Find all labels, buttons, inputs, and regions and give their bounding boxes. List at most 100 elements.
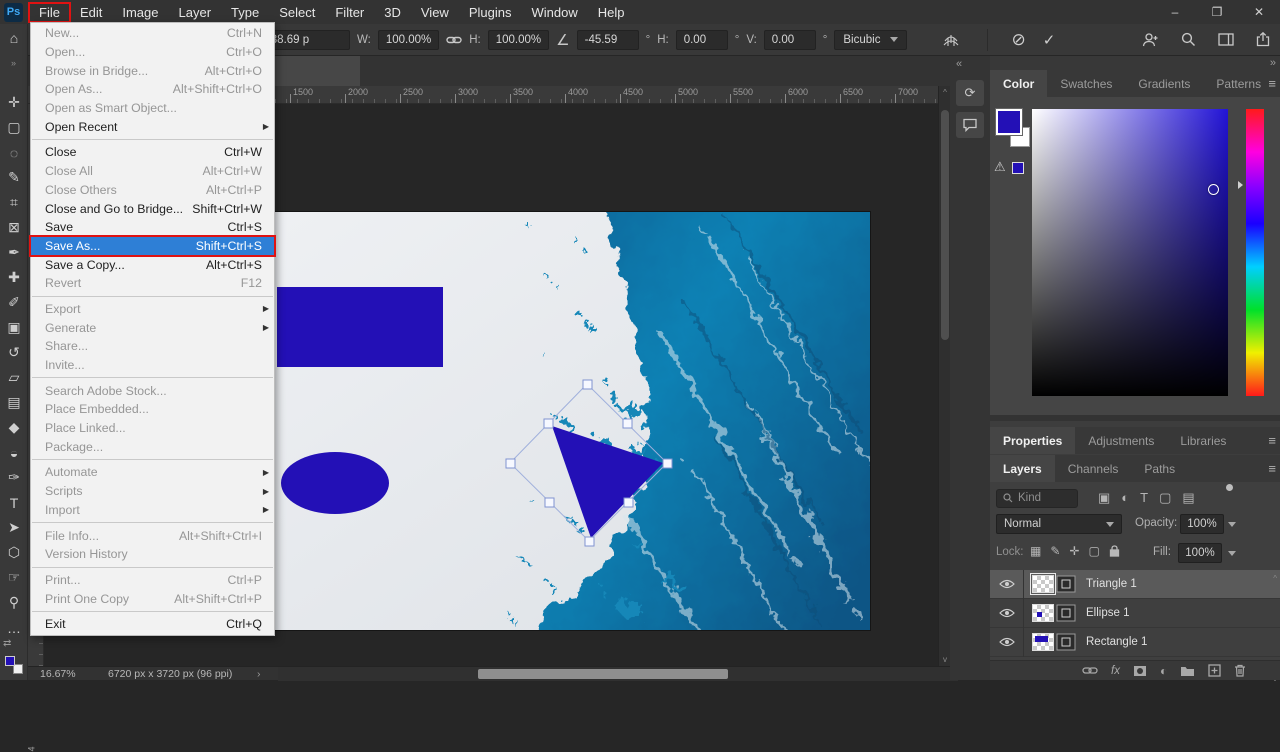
visibility-cell[interactable] [990, 628, 1024, 657]
new-group-icon[interactable] [1180, 665, 1195, 677]
file-menu-item-new[interactable]: New...Ctrl+N [31, 24, 274, 43]
v-skew-field[interactable]: 0.00 [764, 30, 816, 50]
file-menu-item-close-and-go-to-bridge[interactable]: Close and Go to Bridge...Shift+Ctrl+W [31, 199, 274, 218]
gradient-tool-icon[interactable]: ▤ [0, 390, 28, 415]
tab-layers[interactable]: Layers [990, 455, 1055, 482]
crop-tool-icon[interactable]: ⌗ [0, 190, 28, 215]
tab-libraries[interactable]: Libraries [1167, 427, 1239, 454]
menubar-item-view[interactable]: View [411, 3, 459, 22]
file-menu-item-save-as[interactable]: Save As...Shift+Ctrl+S [31, 237, 274, 256]
pen-tool-icon[interactable]: ✑ [0, 465, 28, 490]
cancel-transform-icon[interactable]: ⊘ [1011, 30, 1025, 50]
link-dimensions-icon[interactable] [446, 35, 462, 45]
status-chevron-icon[interactable]: › [257, 668, 261, 680]
file-menu-item-save[interactable]: SaveCtrl+S [31, 218, 274, 237]
menubar-item-type[interactable]: Type [221, 3, 269, 22]
search-icon[interactable] [1181, 32, 1196, 47]
file-menu-item-automate[interactable]: Automate▶ [31, 463, 274, 482]
healing-brush-tool-icon[interactable]: ✚ [0, 265, 28, 290]
menubar-item-plugins[interactable]: Plugins [459, 3, 522, 22]
lock-all-icon[interactable] [1109, 545, 1120, 557]
layer-thumbnails[interactable] [1032, 633, 1076, 651]
panel-menu-icon[interactable]: ≡ [1268, 76, 1276, 91]
foreground-color-swatch[interactable] [5, 656, 15, 666]
file-menu-item-revert[interactable]: RevertF12 [31, 274, 274, 293]
quick-selection-tool-icon[interactable]: ✎ [0, 165, 28, 190]
fill-field[interactable]: 100% [1178, 543, 1222, 563]
commit-transform-icon[interactable]: ✓ [1043, 31, 1056, 49]
close-button[interactable]: ✕ [1238, 0, 1280, 24]
lock-transparency-icon[interactable]: ▦ [1030, 544, 1041, 558]
zoom-level[interactable]: 16.67% [40, 668, 76, 680]
color-field[interactable] [1032, 109, 1228, 396]
filter-smart-objects-icon[interactable]: ▤ [1182, 490, 1194, 506]
tab-channels[interactable]: Channels [1055, 455, 1132, 482]
new-layer-icon[interactable] [1208, 664, 1221, 677]
file-menu-item-export[interactable]: Export▶ [31, 300, 274, 319]
dodge-tool-icon[interactable]: ◒ [0, 440, 28, 465]
layer-style-icon[interactable]: fx [1111, 665, 1120, 677]
file-menu-item-version-history[interactable]: Version History [31, 545, 274, 564]
layer-row-ellipse[interactable]: Ellipse 1 [990, 599, 1280, 628]
tab-properties[interactable]: Properties [990, 427, 1075, 454]
expand-panels-icon[interactable]: » [1270, 57, 1276, 69]
layer-filter-input[interactable]: Kind [996, 489, 1078, 508]
menubar-item-edit[interactable]: Edit [70, 3, 112, 22]
menubar-item-filter[interactable]: Filter [325, 3, 374, 22]
panel-menu-icon[interactable]: ≡ [1268, 461, 1276, 476]
chevron-down-icon[interactable] [1228, 551, 1236, 556]
visibility-cell[interactable] [990, 599, 1024, 628]
file-menu-item-invite[interactable]: Invite... [31, 356, 274, 375]
filter-adjustment-layers-icon[interactable]: ◐ [1121, 490, 1129, 506]
delete-layer-icon[interactable] [1234, 664, 1246, 677]
history-brush-tool-icon[interactable]: ↺ [0, 340, 28, 365]
file-menu-item-generate[interactable]: Generate▶ [31, 318, 274, 337]
clone-stamp-tool-icon[interactable]: ▣ [0, 315, 28, 340]
link-layers-icon[interactable] [1082, 666, 1098, 675]
color-picker-ring[interactable] [1208, 184, 1219, 195]
collapse-panels-icon[interactable]: « [956, 58, 962, 70]
layer-row-rectangle[interactable]: Rectangle 1 [990, 628, 1280, 657]
color-swatch-pair[interactable] [996, 109, 1036, 155]
share-user-icon[interactable] [1142, 32, 1159, 47]
tab-gradients[interactable]: Gradients [1125, 70, 1203, 97]
file-menu-item-place-linked[interactable]: Place Linked... [31, 419, 274, 438]
file-menu-item-import[interactable]: Import▶ [31, 501, 274, 520]
file-menu-item-close-others[interactable]: Close OthersAlt+Ctrl+P [31, 181, 274, 200]
menubar-item-layer[interactable]: Layer [169, 3, 222, 22]
height-field[interactable]: 100.00% [488, 30, 549, 50]
file-menu-item-share[interactable]: Share... [31, 337, 274, 356]
file-menu-item-print-one-copy[interactable]: Print One CopyAlt+Shift+Ctrl+P [31, 589, 274, 608]
layers-scroll-up-icon[interactable]: ^ [1273, 574, 1277, 583]
workspace-layout-icon[interactable] [1218, 33, 1234, 46]
restore-button[interactable]: ❐ [1196, 0, 1238, 24]
vertical-scrollbar[interactable]: ^ v [938, 86, 950, 666]
warp-mode-icon[interactable] [942, 32, 960, 48]
interpolation-select[interactable]: Bicubic [834, 30, 907, 50]
file-menu-item-place-embedded[interactable]: Place Embedded... [31, 400, 274, 419]
tab-color[interactable]: Color [990, 70, 1047, 97]
share-export-icon[interactable] [1256, 32, 1270, 47]
angle-field[interactable]: -45.59 [577, 30, 639, 50]
foreground-background-swatches[interactable] [5, 656, 23, 674]
filter-shape-layers-icon[interactable]: ▢ [1159, 490, 1171, 506]
file-menu-item-open-recent[interactable]: Open Recent▶ [31, 117, 274, 136]
file-menu-item-save-a-copy[interactable]: Save a Copy...Alt+Ctrl+S [31, 255, 274, 274]
brush-tool-icon[interactable]: ✐ [0, 290, 28, 315]
file-menu-item-open-as-smart-object[interactable]: Open as Smart Object... [31, 99, 274, 118]
file-menu-item-close-all[interactable]: Close AllAlt+Ctrl+W [31, 162, 274, 181]
marquee-tool-icon[interactable]: ▢ [0, 115, 28, 140]
file-menu-item-search-adobe-stock[interactable]: Search Adobe Stock... [31, 381, 274, 400]
eraser-tool-icon[interactable]: ▱ [0, 365, 28, 390]
move-tool-icon[interactable]: ✛ [0, 90, 28, 115]
path-select-tool-icon[interactable]: ➤ [0, 515, 28, 540]
h-skew-field[interactable]: 0.00 [676, 30, 728, 50]
comments-icon[interactable] [956, 112, 984, 138]
opacity-field[interactable]: 100% [1180, 514, 1224, 534]
eyedropper-tool-icon[interactable]: ✒ [0, 240, 28, 265]
tab-patterns[interactable]: Patterns [1203, 70, 1274, 97]
file-menu-item-scripts[interactable]: Scripts▶ [31, 482, 274, 501]
zoom-tool-icon[interactable]: ⚲ [0, 590, 28, 615]
type-tool-icon[interactable]: T [0, 490, 28, 515]
file-menu-item-package[interactable]: Package... [31, 437, 274, 456]
